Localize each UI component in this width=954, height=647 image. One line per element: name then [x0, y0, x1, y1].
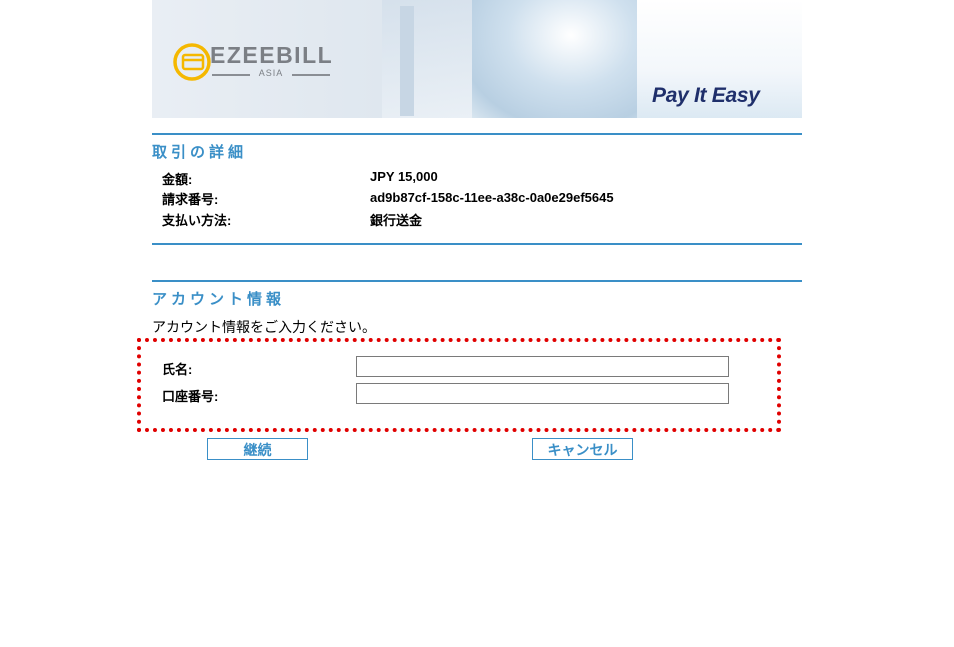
- payment-method-label: 支払い方法:: [162, 213, 232, 228]
- tagline: Pay It Easy: [652, 84, 760, 107]
- name-label: 氏名:: [162, 362, 193, 377]
- account-instruction: アカウント情報をご入力ください。: [152, 319, 376, 335]
- section-divider: [152, 133, 802, 135]
- logo-subtext: ASIA: [212, 68, 330, 78]
- invoice-number-label: 請求番号:: [162, 192, 219, 207]
- name-input[interactable]: [356, 356, 729, 377]
- continue-button[interactable]: 継続: [207, 438, 308, 460]
- banner-background-panel: [382, 0, 482, 118]
- account-number-input[interactable]: [356, 383, 729, 404]
- ezeebill-logo: EZEEBILL ASIA: [172, 38, 332, 88]
- header-banner: EZEEBILL ASIA Pay It Easy: [152, 0, 802, 118]
- logo-text: EZEEBILL: [210, 42, 334, 68]
- account-section-title: アカウント情報: [152, 291, 286, 308]
- section-divider: [152, 243, 802, 245]
- section-divider: [152, 280, 802, 282]
- transaction-section-title: 取引の詳細: [152, 144, 248, 161]
- invoice-number-value: ad9b87cf-158c-11ee-a38c-0a0e29ef5645: [370, 190, 614, 205]
- banner-background-light: [472, 0, 637, 118]
- amount-value: JPY 15,000: [370, 169, 438, 184]
- cancel-button[interactable]: キャンセル: [532, 438, 633, 460]
- payment-page: EZEEBILL ASIA Pay It Easy 取引の詳細 金額: JPY …: [0, 0, 954, 647]
- payment-method-value: 銀行送金: [370, 213, 423, 228]
- logo-mark-icon: [173, 43, 211, 81]
- banner-background-strip: [400, 6, 414, 116]
- amount-label: 金額:: [162, 172, 193, 187]
- account-number-label: 口座番号:: [162, 389, 219, 404]
